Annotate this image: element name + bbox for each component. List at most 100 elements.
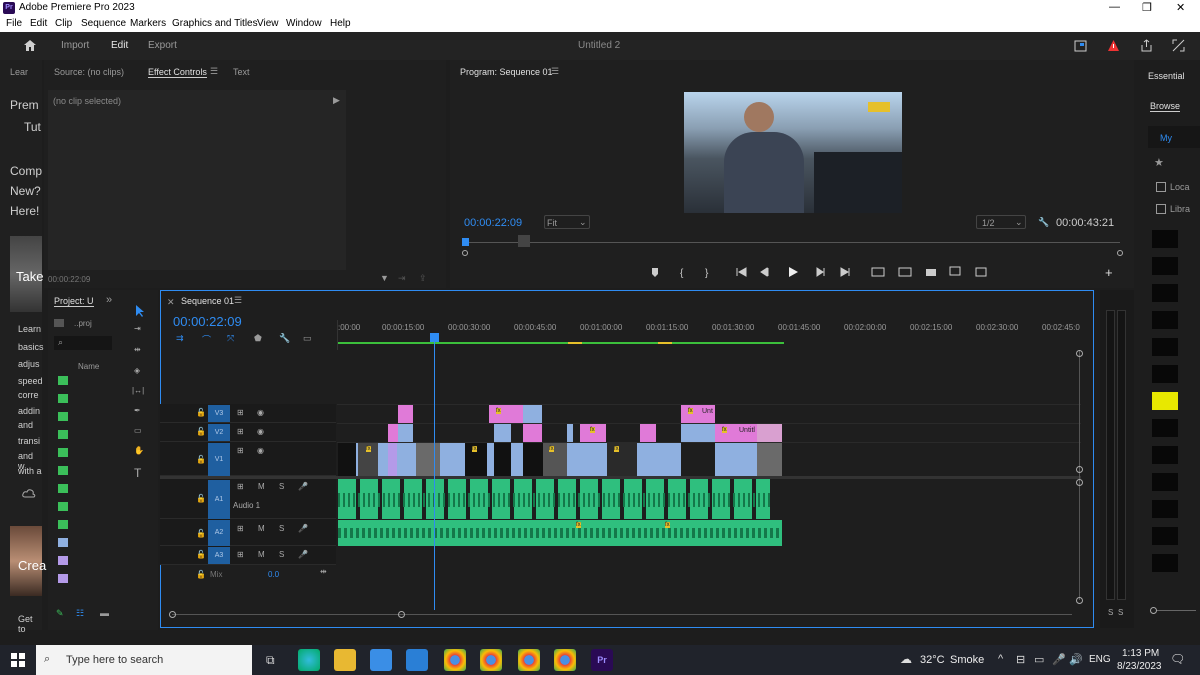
clip-v2[interactable] xyxy=(494,424,511,442)
play-audio-icon[interactable]: ⇥ xyxy=(398,273,406,284)
clock-date[interactable]: 8/23/2023 xyxy=(1117,661,1162,672)
sequence-tab[interactable]: Sequence 01 xyxy=(181,296,234,306)
track-target-v1[interactable]: V1 xyxy=(208,443,230,476)
scroll-handle[interactable] xyxy=(1076,479,1083,486)
sequence-timecode[interactable]: 00:00:22:09 xyxy=(173,314,242,329)
template-thumb[interactable] xyxy=(1152,527,1178,545)
name-column[interactable]: Name xyxy=(78,362,99,371)
template-thumb[interactable] xyxy=(1152,446,1178,464)
template-thumb[interactable] xyxy=(1152,500,1178,518)
sync-lock-icon[interactable]: ⊞ xyxy=(237,550,244,559)
filter-icon[interactable]: ▼ xyxy=(380,273,389,283)
menu-edit[interactable]: Edit xyxy=(30,18,47,29)
mute-button[interactable]: M xyxy=(258,482,265,491)
razor-icon[interactable]: ◈ xyxy=(134,366,140,375)
project-items[interactable] xyxy=(58,376,68,616)
chevron-up-icon[interactable]: ^ xyxy=(998,653,1003,665)
lock-icon[interactable]: 🔓 xyxy=(196,570,206,579)
template-thumb[interactable] xyxy=(1152,230,1178,248)
menu-icon[interactable]: ☰ xyxy=(210,66,218,77)
wrench-icon[interactable]: 🔧 xyxy=(279,333,290,344)
clip-v1-thumb[interactable] xyxy=(523,443,543,476)
clip-v2[interactable] xyxy=(681,424,715,442)
horizontal-scrollbar[interactable] xyxy=(172,614,1072,615)
solo-button[interactable]: S xyxy=(279,524,284,533)
menu-help[interactable]: Help xyxy=(330,18,351,29)
mail-icon[interactable] xyxy=(406,649,428,671)
clip-v1-thumb[interactable] xyxy=(494,443,511,476)
template-thumb[interactable] xyxy=(1152,311,1178,329)
program-video-frame[interactable] xyxy=(684,92,902,213)
task-view-icon[interactable]: ⧉ xyxy=(266,653,275,668)
scroll-handle[interactable] xyxy=(1076,597,1083,604)
network-icon[interactable]: ⊟ xyxy=(1016,653,1025,666)
scroll-handle[interactable] xyxy=(1076,466,1083,473)
mic-icon[interactable]: 🎤 xyxy=(298,524,308,533)
store-icon[interactable] xyxy=(370,649,392,671)
clip-v2[interactable] xyxy=(398,424,413,442)
track-target-v3[interactable]: V3 xyxy=(208,405,230,422)
tab-export[interactable]: Export xyxy=(148,40,177,51)
export-icon[interactable]: ⇪ xyxy=(419,273,427,284)
file-explorer-icon[interactable] xyxy=(334,649,356,671)
menu-icon[interactable]: ☰ xyxy=(551,66,559,77)
eye-icon[interactable]: ◉ xyxy=(257,446,264,455)
selection-tool-icon[interactable] xyxy=(133,304,147,318)
lock-icon[interactable]: 🔓 xyxy=(196,427,206,436)
close-icon[interactable]: ✕ xyxy=(167,297,175,308)
pen-icon[interactable]: ✒ xyxy=(134,406,141,415)
mic-icon[interactable]: 🎤 xyxy=(1052,653,1066,666)
project-item[interactable] xyxy=(58,484,68,493)
program-scrub-bar[interactable] xyxy=(464,242,1120,243)
library-checkbox[interactable] xyxy=(1156,204,1166,214)
mute-button[interactable]: M xyxy=(258,550,265,559)
volume-icon[interactable]: 🔊 xyxy=(1069,653,1083,666)
warning-icon[interactable] xyxy=(1107,39,1120,52)
project-item[interactable] xyxy=(58,376,68,385)
close-button[interactable]: ✕ xyxy=(1176,1,1185,14)
project-item[interactable] xyxy=(58,502,68,511)
track-target-v2[interactable]: V2 xyxy=(208,424,230,441)
program-timecode[interactable]: 00:00:22:09 xyxy=(464,217,522,229)
lock-icon[interactable]: 🔓 xyxy=(196,550,206,559)
clip-v2[interactable] xyxy=(523,424,542,442)
home-icon[interactable] xyxy=(23,39,37,52)
tab-source[interactable]: Source: (no clips) xyxy=(54,67,124,77)
sync-lock-icon[interactable]: ⊞ xyxy=(237,446,244,455)
template-thumb[interactable] xyxy=(1152,338,1178,356)
menu-icon[interactable]: ☰ xyxy=(234,295,242,306)
rectangle-icon[interactable]: ▭ xyxy=(134,426,142,435)
template-thumb[interactable] xyxy=(1152,257,1178,275)
tab-import[interactable]: Import xyxy=(61,40,89,51)
clip-v3[interactable] xyxy=(489,405,523,423)
menu-markers[interactable]: Markers xyxy=(130,18,166,29)
project-item[interactable] xyxy=(58,430,68,439)
track-target-a2[interactable]: A2 xyxy=(208,520,230,546)
sync-lock-icon[interactable]: ⊞ xyxy=(237,427,244,436)
solo-right-button[interactable]: S xyxy=(1118,608,1123,617)
clip-v1-thumb[interactable] xyxy=(416,443,440,476)
clip-v1[interactable] xyxy=(388,443,397,476)
menu-sequence[interactable]: Sequence xyxy=(81,18,126,29)
star-icon[interactable]: ★ xyxy=(1154,156,1164,169)
clock-time[interactable]: 1:13 PM xyxy=(1122,648,1159,659)
timeline-playhead-line[interactable] xyxy=(434,336,435,610)
menu-clip[interactable]: Clip xyxy=(55,18,72,29)
scroll-handle[interactable] xyxy=(1076,350,1083,357)
captions-icon[interactable]: ▭ xyxy=(303,333,312,344)
windows-start-icon[interactable] xyxy=(11,653,25,667)
template-thumb[interactable] xyxy=(1152,419,1178,437)
zoom-handle-right[interactable] xyxy=(398,611,405,618)
eye-icon[interactable]: ◉ xyxy=(257,408,264,417)
track-target-a3[interactable]: A3 xyxy=(208,547,230,564)
sync-lock-icon[interactable]: ⊞ xyxy=(237,482,244,491)
template-thumb[interactable] xyxy=(1152,392,1178,410)
mute-button[interactable]: M xyxy=(258,524,265,533)
clip-v2[interactable] xyxy=(567,424,573,442)
premiere-taskbar-icon[interactable]: Pr xyxy=(591,649,613,671)
zoom-handle-left[interactable] xyxy=(462,250,468,256)
timeline-playhead[interactable] xyxy=(430,333,439,342)
maximize-button[interactable]: ❐ xyxy=(1142,1,1152,14)
solo-button[interactable]: S xyxy=(279,482,284,491)
menu-file[interactable]: File xyxy=(6,18,22,29)
